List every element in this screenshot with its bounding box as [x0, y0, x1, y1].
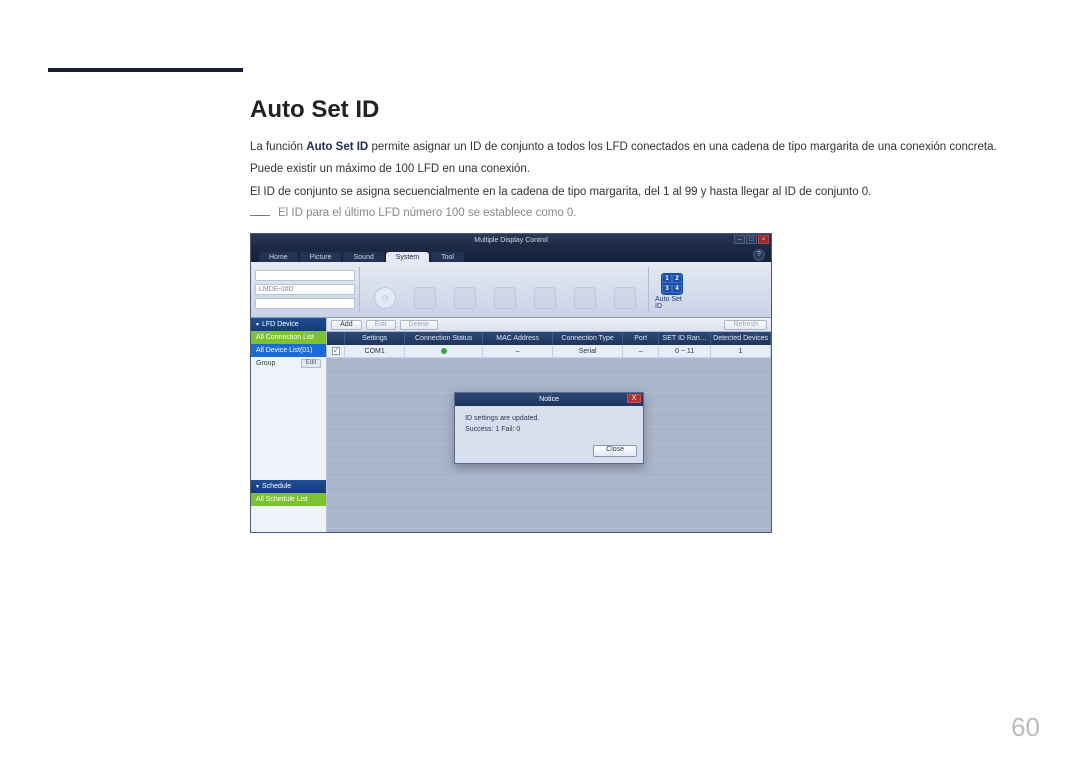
tab-home[interactable]: Home — [259, 252, 298, 262]
tile-icon — [534, 287, 556, 309]
add-button[interactable]: Add — [331, 320, 361, 330]
p1-post: permite asignar un ID de conjunto a todo… — [368, 141, 996, 153]
ribbon-icon-4[interactable] — [488, 270, 522, 310]
dialog-close-button[interactable]: Close — [593, 445, 637, 457]
ribbon-icon-2[interactable] — [408, 270, 442, 310]
auto-set-id-icon: 1 2 3 4 — [661, 273, 683, 295]
ribbon-left-fields: LMDE-0#D — [251, 266, 359, 313]
sidebar-header-lfd[interactable]: LFD Device — [251, 318, 326, 331]
paragraph-1: La función Auto Set ID permite asignar u… — [250, 138, 1040, 156]
sidebar-group-edit-button[interactable]: Edit — [301, 359, 321, 368]
edit-button[interactable]: Edit — [366, 320, 396, 330]
clock-icon: ◷ — [374, 287, 396, 309]
dialog-line-1: ID settings are updated. — [465, 414, 633, 425]
paragraph-3: El ID de conjunto se asigna secuencialme… — [250, 183, 1040, 201]
tab-tool[interactable]: Tool — [431, 252, 464, 262]
window-controls: – □ × — [734, 235, 769, 244]
sidebar-item-all-device[interactable]: All Device List(01) — [251, 344, 326, 357]
app-body: LFD Device All Connection List All Devic… — [251, 318, 771, 532]
row-mac: – — [483, 345, 553, 358]
mdc-app-window: Multiple Display Control – □ × Home Pict… — [250, 233, 772, 533]
col-port: Port — [623, 332, 659, 345]
dialog-footer: Close — [455, 441, 643, 463]
col-connection-type: Connection Type — [553, 332, 623, 345]
ribbon: LMDE-0#D ◷ 1 2 3 4 — [251, 262, 771, 318]
page-content: Auto Set ID La función Auto Set ID permi… — [250, 96, 1040, 533]
row-type: Serial — [553, 345, 623, 358]
globe-icon — [414, 287, 436, 309]
tab-picture[interactable]: Picture — [300, 252, 342, 262]
main-area: Add Edit Delete Refresh Settings Connect… — [327, 318, 771, 532]
ribbon-icon-3[interactable] — [448, 270, 482, 310]
ribbon-field-2[interactable]: LMDE-0#D — [255, 284, 355, 295]
row-range: 0 ~ 11 — [659, 345, 711, 358]
row-port: – — [623, 345, 659, 358]
col-connection-status: Connection Status — [405, 332, 483, 345]
col-setid-range: SET ID Ran… — [659, 332, 711, 345]
col-mac: MAC Address — [483, 332, 553, 345]
menu-tabs: Home Picture Sound System Tool ? — [251, 247, 771, 262]
note-dash-icon — [250, 215, 270, 216]
table-row[interactable]: COM1 – Serial – 0 ~ 11 1 — [327, 345, 771, 358]
paragraph-2: Puede existir un máximo de 100 LFD en un… — [250, 160, 1040, 178]
main-toolbar: Add Edit Delete Refresh — [327, 318, 771, 332]
help-button[interactable]: ? — [753, 249, 765, 261]
dialog-line-2: Success: 1 Fail: 0 — [465, 425, 633, 436]
row-checkbox[interactable] — [332, 347, 340, 355]
ribbon-icon-7[interactable] — [608, 270, 642, 310]
app-titlebar: Multiple Display Control – □ × — [251, 234, 771, 247]
page-header-rule — [48, 68, 243, 72]
ribbon-icon-5[interactable] — [528, 270, 562, 310]
tile-icon — [574, 287, 596, 309]
status-dot-icon — [441, 348, 447, 354]
ribbon-field-3[interactable] — [255, 298, 355, 309]
dialog-body: ID settings are updated. Success: 1 Fail… — [455, 406, 643, 441]
sidebar-group-label: Group — [256, 360, 275, 367]
sidebar-fill-1 — [251, 370, 326, 480]
ribbon-separator-2 — [648, 267, 649, 313]
dialog-titlebar: Notice X — [455, 393, 643, 406]
col-detected: Detected Devices — [711, 332, 771, 345]
window-minimize-button[interactable]: – — [734, 235, 745, 244]
ribbon-field-1[interactable] — [255, 270, 355, 281]
dialog-close-x[interactable]: X — [627, 394, 641, 403]
p1-bold: Auto Set ID — [306, 141, 368, 153]
sidebar: LFD Device All Connection List All Devic… — [251, 318, 327, 532]
ribbon-icon-clock[interactable]: ◷ — [368, 270, 402, 310]
sidebar-header-schedule[interactable]: Schedule — [251, 480, 326, 493]
table-header: Settings Connection Status MAC Address C… — [327, 332, 771, 345]
note-row: El ID para el último LFD número 100 se e… — [250, 207, 1040, 219]
ribbon-icons: ◷ 1 2 3 4 Auto Set ID — [360, 267, 771, 313]
tile-icon — [494, 287, 516, 309]
auto-set-id-label: Auto Set ID — [655, 296, 689, 310]
ribbon-auto-set-id[interactable]: 1 2 3 4 Auto Set ID — [655, 270, 689, 310]
row-detected: 1 — [711, 345, 771, 358]
notice-dialog: Notice X ID settings are updated. Succes… — [454, 392, 644, 464]
col-checkbox — [327, 332, 345, 345]
ribbon-icon-6[interactable] — [568, 270, 602, 310]
tab-system[interactable]: System — [386, 252, 429, 262]
row-checkbox-cell — [327, 345, 345, 358]
tile-icon — [614, 287, 636, 309]
holiday-icon — [454, 287, 476, 309]
page-number: 60 — [1011, 712, 1040, 743]
note-text: El ID para el último LFD número 100 se e… — [278, 207, 577, 219]
dialog-title: Notice — [539, 396, 559, 403]
app-title: Multiple Display Control — [474, 237, 548, 244]
row-settings: COM1 — [345, 345, 405, 358]
tab-sound[interactable]: Sound — [343, 252, 383, 262]
main-canvas: Notice X ID settings are updated. Succes… — [327, 358, 771, 532]
page-heading: Auto Set ID — [250, 96, 1040, 124]
window-maximize-button[interactable]: □ — [746, 235, 757, 244]
p1-pre: La función — [250, 141, 306, 153]
sidebar-fill-2 — [251, 506, 326, 532]
sidebar-item-schedule-list[interactable]: All Schedule List — [251, 493, 326, 506]
window-close-button[interactable]: × — [758, 235, 769, 244]
row-status — [405, 345, 483, 358]
col-settings: Settings — [345, 332, 405, 345]
sidebar-item-group[interactable]: Group Edit — [251, 357, 326, 370]
refresh-button[interactable]: Refresh — [724, 320, 767, 330]
delete-button[interactable]: Delete — [400, 320, 438, 330]
sidebar-item-all-connection[interactable]: All Connection List — [251, 331, 326, 344]
